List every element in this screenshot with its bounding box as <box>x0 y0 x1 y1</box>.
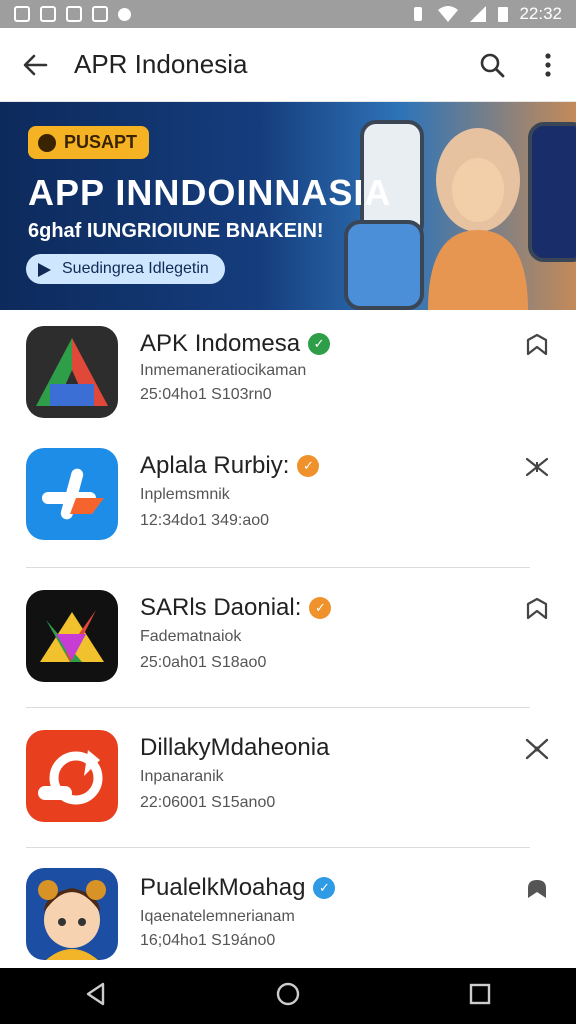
nav-recents-button[interactable] <box>467 981 493 1012</box>
app-icon <box>26 326 118 418</box>
app-developer: Inmemaneratiocikaman <box>140 362 307 379</box>
app-list-item[interactable]: DillakyMdaheonia Inpanaranik 22:06001 S1… <box>0 718 576 858</box>
sync-notification-icon <box>40 6 56 22</box>
page-title: APR Indonesia <box>74 49 248 79</box>
dot-notification-icon <box>118 7 131 21</box>
divider <box>26 707 530 708</box>
signal-icon <box>470 6 487 22</box>
bookmark-icon <box>526 333 548 356</box>
search-icon <box>480 53 505 77</box>
app-list-item[interactable]: Aplala Rurbiy: ✓ Inplemsmnik 12:34do1 34… <box>0 438 576 578</box>
banner-subline: 6ghaf IUNGRIOIUNE BNAKEIN! <box>28 220 324 242</box>
bookmark-button[interactable] <box>520 592 554 626</box>
app-name: DillakyMdaheonia <box>140 734 330 761</box>
verified-badge-icon: ✓ <box>297 455 320 477</box>
square-recents-icon <box>469 983 491 1004</box>
remove-button[interactable] <box>520 450 554 484</box>
image-notification-icon <box>66 6 82 22</box>
phone-illustration <box>344 220 424 310</box>
promo-banner[interactable]: PUSAPT APP INNDOINNASIA 6ghaf IUNGRIOIUN… <box>0 102 576 310</box>
bookmark-button[interactable] <box>520 328 554 362</box>
banner-headline: APP INNDOINNASIA <box>28 172 392 213</box>
app-name: APK Indomesa <box>140 330 301 357</box>
search-button[interactable] <box>464 28 520 102</box>
gallery-notification-icon <box>14 6 30 22</box>
app-meta: 12:34do1 349:ao0 <box>140 512 270 529</box>
vibrate-icon <box>414 7 423 21</box>
app-meta: 22:06001 S15ano0 <box>140 794 276 811</box>
battery-icon <box>498 7 509 22</box>
app-developer: Iqaenatelemnerianam <box>140 908 295 925</box>
app-icon <box>26 730 118 822</box>
verified-badge-icon: ✓ <box>313 877 336 899</box>
app-icon <box>26 590 118 682</box>
app-meta: 16;04ho1 S19áno0 <box>140 932 276 949</box>
wifi-icon <box>438 6 459 22</box>
app-icon <box>26 868 118 960</box>
app-list-item[interactable]: APK Indomesa ✓ Inmemaneratiocikaman 25:0… <box>0 310 576 450</box>
more-options-button[interactable] <box>520 28 576 102</box>
app-bar: APR Indonesia <box>0 28 576 102</box>
bookmark-button[interactable] <box>520 872 554 906</box>
app-name-row: Aplala Rurbiy: ✓ <box>140 452 320 480</box>
status-time: 22:32 <box>519 4 562 23</box>
app-developer: Inplemsmnik <box>140 486 230 503</box>
share-button[interactable] <box>520 732 554 766</box>
nav-back-button[interactable] <box>83 981 109 1012</box>
app-name: SARls Daonial: <box>140 594 302 621</box>
system-nav-bar <box>0 968 576 1024</box>
app-developer: Inpanaranik <box>140 768 224 785</box>
verified-badge-icon: ✓ <box>309 597 332 619</box>
app-name: PualelkMoahag <box>140 874 306 901</box>
circle-home-icon <box>276 982 300 1005</box>
app-name-row: DillakyMdaheonia <box>140 734 329 762</box>
back-arrow-icon <box>23 54 48 75</box>
nav-home-button[interactable] <box>275 981 301 1012</box>
triangle-back-icon <box>86 982 105 1005</box>
app-list-item[interactable]: SARls Daonial: ✓ Fadematnaiok 25:0ah01 S… <box>0 578 576 718</box>
person-illustration <box>428 128 528 310</box>
bookmark-filled-icon <box>528 880 546 898</box>
banner-cta-button[interactable]: Suedingrea Idlegetin <box>26 254 225 284</box>
verified-badge-icon: ✓ <box>308 333 331 355</box>
app-name-row: SARls Daonial: ✓ <box>140 594 332 622</box>
app-meta: 25:04ho1 S103rn0 <box>140 386 272 403</box>
back-button[interactable] <box>0 28 70 102</box>
banner-badge: PUSAPT <box>28 126 150 159</box>
file-notification-icon <box>92 6 108 22</box>
divider <box>26 567 530 568</box>
app-name: Aplala Rurbiy: <box>140 452 290 479</box>
app-name-row: APK Indomesa ✓ <box>140 330 331 358</box>
bookmark-icon <box>526 597 548 620</box>
app-meta: 25:0ah01 S18ao0 <box>140 654 267 671</box>
status-bar: 22:32 <box>0 0 576 28</box>
app-developer: Fadematnaiok <box>140 628 242 645</box>
app-name-row: PualelkMoahag ✓ <box>140 874 336 902</box>
close-bookmark-icon <box>525 457 549 477</box>
shuffle-icon <box>525 738 549 760</box>
app-icon <box>26 448 118 540</box>
divider <box>26 847 530 848</box>
phone-illustration <box>528 122 576 262</box>
more-vert-icon <box>545 52 551 77</box>
